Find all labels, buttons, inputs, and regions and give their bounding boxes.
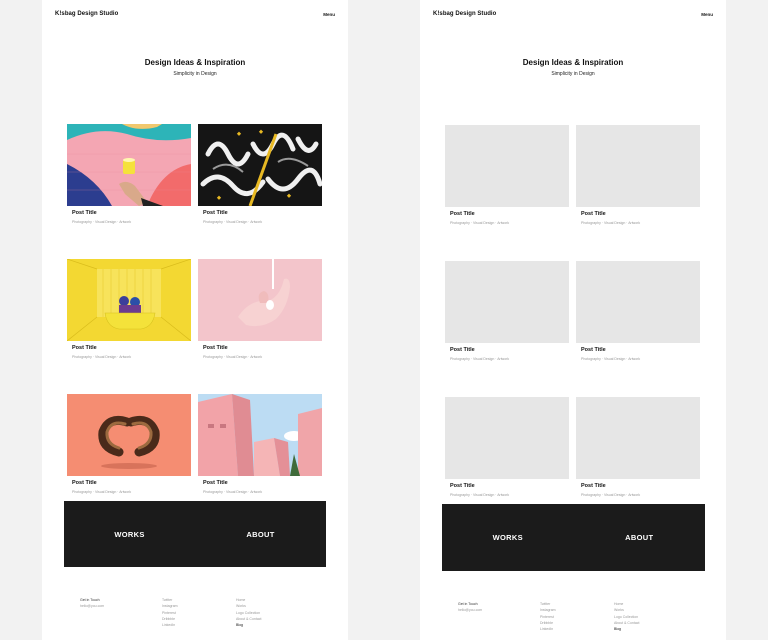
post-title[interactable]: Post Title xyxy=(203,210,322,216)
post-title[interactable]: Post Title xyxy=(72,210,191,216)
footer-contact: Get in Touch hello@you.com xyxy=(458,601,540,632)
footer-contact: Get in Touch hello@you.com xyxy=(80,597,162,628)
post-card[interactable]: Post Title Photography · Visual Design ·… xyxy=(576,397,700,497)
post-meta: Photography · Visual Design · Artwork xyxy=(450,493,510,497)
works-link[interactable]: WORKS xyxy=(442,533,574,542)
post-card[interactable]: Post Title Photography · Visual Design ·… xyxy=(445,261,569,361)
page-subtitle: Simplicity in Design xyxy=(173,71,217,77)
post-grid: Post Title Photography · Visual Design ·… xyxy=(445,125,701,497)
post-title[interactable]: Post Title xyxy=(203,345,322,351)
menu-button[interactable]: Menu xyxy=(701,12,713,17)
post-grid: Post Title Photography · Visual Design ·… xyxy=(67,124,323,494)
design-page-with-images: K!sbag Design Studio Menu Design Ideas &… xyxy=(42,0,348,640)
hero: Design Ideas & Inspiration Simplicity in… xyxy=(42,58,348,77)
nav-band: WORKS ABOUT xyxy=(64,501,326,567)
footer-email-link[interactable]: hello@you.com xyxy=(80,603,162,609)
post-image-pink-architecture[interactable] xyxy=(198,394,322,476)
post-meta: Photography · Visual Design · Artwork xyxy=(203,490,263,494)
works-link[interactable]: WORKS xyxy=(64,530,195,539)
post-card[interactable]: Post Title Photography · Visual Design ·… xyxy=(67,394,191,494)
footer-links: Home Works Logo Collection About & Conta… xyxy=(614,601,688,632)
post-meta: Photography · Visual Design · Artwork xyxy=(72,355,132,359)
page-subtitle: Simplicity in Design xyxy=(551,71,595,77)
post-meta: Photography · Visual Design · Artwork xyxy=(450,357,510,361)
post-title[interactable]: Post Title xyxy=(581,211,700,217)
about-link[interactable]: ABOUT xyxy=(195,530,326,539)
post-card[interactable]: Post Title Photography · Visual Design ·… xyxy=(67,259,191,359)
menu-button[interactable]: Menu xyxy=(323,12,335,17)
post-card[interactable]: Post Title Photography · Visual Design ·… xyxy=(445,125,569,225)
post-meta: Photography · Visual Design · Artwork xyxy=(450,221,510,225)
post-card[interactable]: Post Title Photography · Visual Design ·… xyxy=(576,261,700,361)
post-title[interactable]: Post Title xyxy=(581,347,700,353)
header: K!sbag Design Studio Menu xyxy=(55,9,335,19)
nav-band: WORKS ABOUT xyxy=(442,504,705,571)
post-image-yellow-room[interactable] xyxy=(67,259,191,341)
site-logo[interactable]: K!sbag Design Studio xyxy=(55,11,118,17)
site-logo[interactable]: K!sbag Design Studio xyxy=(433,11,496,17)
design-page-wireframe: K!sbag Design Studio Menu Design Ideas &… xyxy=(420,0,726,640)
image-placeholder[interactable] xyxy=(445,397,569,479)
footer-social: Twitter Instagram Pinterest Dribbble Lin… xyxy=(540,601,614,632)
post-meta: Photography · Visual Design · Artwork xyxy=(581,221,641,225)
post-title[interactable]: Post Title xyxy=(203,480,322,486)
post-title[interactable]: Post Title xyxy=(581,483,700,489)
post-image-coral-letters[interactable] xyxy=(67,394,191,476)
footer-nav-link[interactable]: Blog xyxy=(614,626,688,632)
post-title[interactable]: Post Title xyxy=(450,347,569,353)
post-image-calligraphy[interactable] xyxy=(198,124,322,206)
hero: Design Ideas & Inspiration Simplicity in… xyxy=(420,58,726,77)
footer-social: Twitter Instagram Pinterest Dribbble Lin… xyxy=(162,597,236,628)
post-meta: Photography · Visual Design · Artwork xyxy=(203,220,263,224)
footer: Get in Touch hello@you.com Twitter Insta… xyxy=(458,601,688,632)
post-card[interactable]: Post Title Photography · Visual Design ·… xyxy=(198,259,322,359)
page-title: Design Ideas & Inspiration xyxy=(522,58,624,67)
page-title: Design Ideas & Inspiration xyxy=(144,58,246,67)
post-meta: Photography · Visual Design · Artwork xyxy=(581,357,641,361)
post-card[interactable]: Post Title Photography · Visual Design ·… xyxy=(198,124,322,224)
footer-email-link[interactable]: hello@you.com xyxy=(458,607,540,613)
post-meta: Photography · Visual Design · Artwork xyxy=(72,490,132,494)
post-meta: Photography · Visual Design · Artwork xyxy=(581,493,641,497)
post-image-pink-hand[interactable] xyxy=(198,259,322,341)
post-card[interactable]: Post Title Photography · Visual Design ·… xyxy=(67,124,191,224)
header: K!sbag Design Studio Menu xyxy=(433,9,713,19)
footer: Get in Touch hello@you.com Twitter Insta… xyxy=(80,597,310,628)
footer-social-link[interactable]: LinkedIn xyxy=(162,622,236,628)
post-card[interactable]: Post Title Photography · Visual Design ·… xyxy=(576,125,700,225)
image-placeholder[interactable] xyxy=(445,125,569,207)
post-title[interactable]: Post Title xyxy=(450,211,569,217)
image-placeholder[interactable] xyxy=(576,261,700,343)
post-card[interactable]: Post Title Photography · Visual Design ·… xyxy=(198,394,322,494)
footer-nav-link[interactable]: Blog xyxy=(236,622,310,628)
post-image-pink-wall[interactable] xyxy=(67,124,191,206)
post-title[interactable]: Post Title xyxy=(450,483,569,489)
footer-social-link[interactable]: LinkedIn xyxy=(540,626,614,632)
post-card[interactable]: Post Title Photography · Visual Design ·… xyxy=(445,397,569,497)
post-title[interactable]: Post Title xyxy=(72,345,191,351)
image-placeholder[interactable] xyxy=(576,125,700,207)
about-link[interactable]: ABOUT xyxy=(574,533,706,542)
footer-links: Home Works Logo Collection About & Conta… xyxy=(236,597,310,628)
post-meta: Photography · Visual Design · Artwork xyxy=(72,220,132,224)
image-placeholder[interactable] xyxy=(445,261,569,343)
post-title[interactable]: Post Title xyxy=(72,480,191,486)
image-placeholder[interactable] xyxy=(576,397,700,479)
post-meta: Photography · Visual Design · Artwork xyxy=(203,355,263,359)
